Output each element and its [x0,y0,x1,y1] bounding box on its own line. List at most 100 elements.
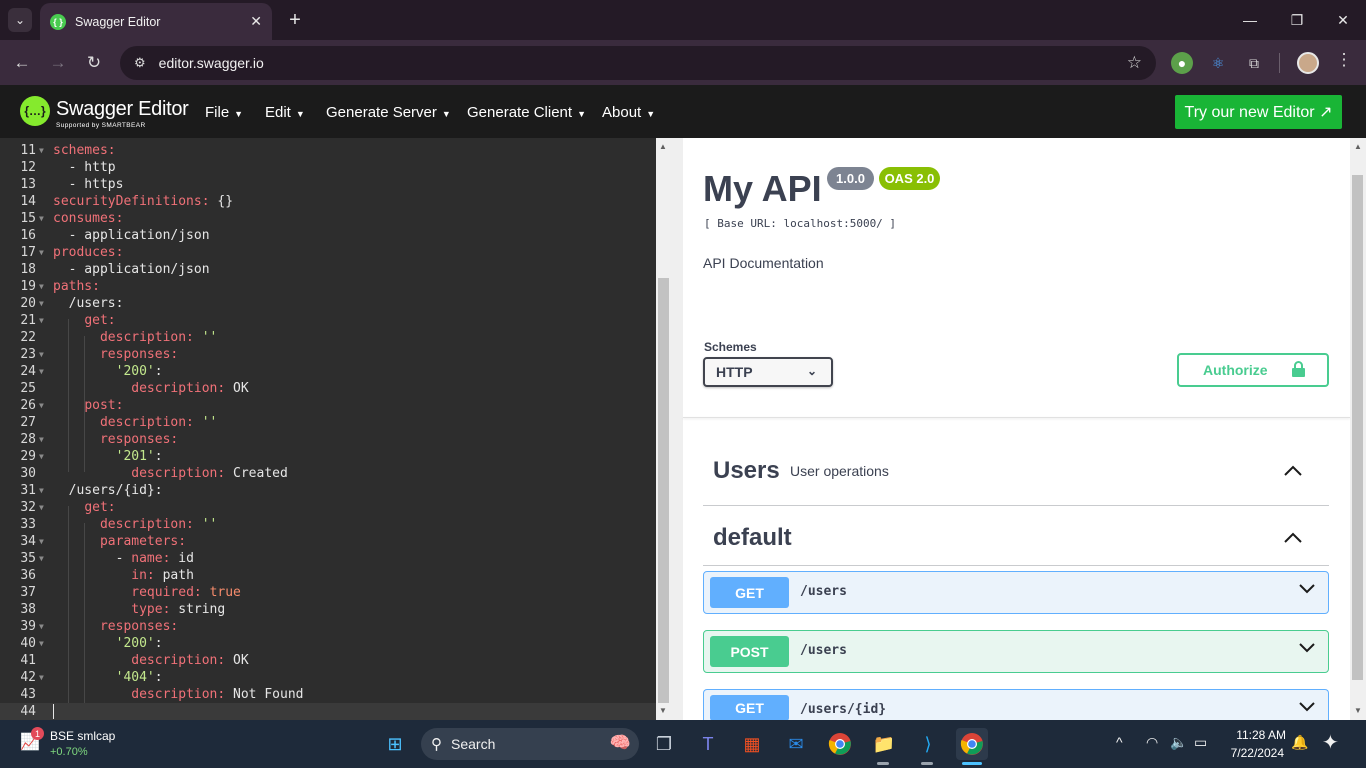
microsoft-store-icon[interactable]: ▦ [736,728,768,760]
minimize-icon[interactable]: — [1238,8,1262,32]
editor-line[interactable]: 27 description: '' [0,414,656,431]
fold-toggle-icon[interactable]: ▼ [39,210,44,227]
fold-toggle-icon[interactable]: ▼ [39,312,44,329]
new-tab-icon[interactable]: + [283,8,307,32]
menu-generate-server[interactable]: Generate Server ▼ [326,104,451,121]
frog-extension-icon[interactable]: ● [1171,52,1193,74]
fold-toggle-icon[interactable]: ▼ [39,533,44,550]
menu-about[interactable]: About ▼ [602,104,655,121]
chrome-icon[interactable] [824,728,856,760]
schemes-select[interactable]: HTTP ⌄ [703,357,833,387]
fold-toggle-icon[interactable]: ▼ [39,363,44,380]
menu-generate-client[interactable]: Generate Client ▼ [467,104,586,121]
editor-line[interactable]: 18 - application/json [0,261,656,278]
editor-scrollbar-thumb[interactable] [658,278,669,703]
operation-get-users[interactable]: GET /users [703,571,1329,614]
preview-scroll-down-icon[interactable]: ▼ [1351,706,1365,715]
browser-tab[interactable]: { } Swagger Editor ✕ [40,3,272,40]
editor-line[interactable]: 11 ▼ schemes: [0,142,656,159]
tag-users-title[interactable]: Users [713,457,780,485]
fold-toggle-icon[interactable]: ▼ [39,448,44,465]
editor-line[interactable]: 34 ▼ parameters: [0,533,656,550]
editor-line[interactable]: 31 ▼ /users/{id}: [0,482,656,499]
tag-default-title[interactable]: default [713,524,792,552]
fold-toggle-icon[interactable]: ▼ [39,499,44,516]
site-info-icon[interactable]: ⚙ [134,55,146,71]
extensions-puzzle-icon[interactable]: ⧉ [1243,52,1265,74]
clock-date[interactable]: 7/22/2024 [1220,746,1284,760]
editor-scroll-down-icon[interactable]: ▼ [656,706,670,715]
copilot-icon[interactable]: ✦ [1322,730,1339,755]
editor-line[interactable]: 40 ▼ '200': [0,635,656,652]
notification-bell-icon[interactable]: 🔔 [1291,734,1308,751]
windows-start-icon[interactable]: ⊞ [379,728,411,760]
fold-toggle-icon[interactable]: ▼ [39,431,44,448]
pane-divider[interactable] [670,138,683,720]
window-close-icon[interactable]: ✕ [1331,8,1355,32]
taskbar-search[interactable]: ⚲ Search 🧠 [421,728,639,760]
yaml-editor[interactable]: 11 ▼ schemes: 12 - http 13 - https 14 security… [0,138,656,720]
editor-line[interactable]: 26 ▼ post: [0,397,656,414]
address-bar[interactable]: ⚙ editor.swagger.io ☆ [120,46,1156,80]
swagger-logo-icon[interactable]: {…} [20,96,50,126]
editor-line[interactable]: 25 description: OK [0,380,656,397]
restore-icon[interactable]: ❐ [1285,8,1309,32]
wifi-icon[interactable]: ◠ [1146,734,1158,751]
bookmark-star-icon[interactable]: ☆ [1127,53,1142,73]
editor-line[interactable]: 21 ▼ get: [0,312,656,329]
editor-line[interactable]: 33 description: '' [0,516,656,533]
volume-icon[interactable]: 🔈 [1170,734,1187,751]
react-devtools-icon[interactable]: ⚛ [1207,52,1229,74]
clock-time[interactable]: 11:28 AM [1226,728,1286,742]
editor-line[interactable]: 38 type: string [0,601,656,618]
chrome-profile-icon[interactable] [956,728,988,760]
vscode-icon[interactable]: ⟩ [912,728,944,760]
editor-line[interactable]: 28 ▼ responses: [0,431,656,448]
editor-line[interactable]: 20 ▼ /users: [0,295,656,312]
menu-edit[interactable]: Edit ▼ [265,104,305,121]
editor-scroll-up-icon[interactable]: ▲ [656,142,670,151]
show-hidden-icons-chevron-icon[interactable]: ^ [1116,734,1123,750]
operation-post-users[interactable]: POST /users [703,630,1329,673]
tab-search-icon[interactable]: ⌄ [8,8,32,32]
tag-default-collapse-icon[interactable] [1283,530,1303,544]
editor-line[interactable]: 12 - http [0,159,656,176]
authorize-button[interactable]: Authorize [1177,353,1329,387]
fold-toggle-icon[interactable]: ▼ [39,635,44,652]
fold-toggle-icon[interactable]: ▼ [39,550,44,567]
file-explorer-icon[interactable]: 📁 [868,728,900,760]
editor-line[interactable]: 42 ▼ '404': [0,669,656,686]
fold-toggle-icon[interactable]: ▼ [39,244,44,261]
editor-line[interactable]: 32 ▼ get: [0,499,656,516]
editor-line[interactable]: 37 required: true [0,584,656,601]
editor-line[interactable]: 15 ▼ consumes: [0,210,656,227]
editor-line[interactable]: 36 in: path [0,567,656,584]
editor-line[interactable]: 16 - application/json [0,227,656,244]
stock-name[interactable]: BSE smlcap [50,729,115,743]
fold-toggle-icon[interactable]: ▼ [39,346,44,363]
editor-line[interactable]: 22 description: '' [0,329,656,346]
fold-toggle-icon[interactable]: ▼ [39,618,44,635]
mail-icon[interactable]: ✉ [780,728,812,760]
editor-line[interactable]: 39 ▼ responses: [0,618,656,635]
editor-line[interactable]: 43 description: Not Found [0,686,656,703]
tag-users-collapse-icon[interactable] [1283,463,1303,477]
task-view-icon[interactable]: ❐ [648,728,680,760]
editor-line[interactable]: 29 ▼ '201': [0,448,656,465]
fold-toggle-icon[interactable]: ▼ [39,482,44,499]
profile-avatar[interactable] [1297,52,1319,74]
preview-scrollbar-thumb[interactable] [1352,175,1363,680]
editor-line[interactable]: 17 ▼ produces: [0,244,656,261]
tab-close-icon[interactable]: ✕ [250,13,262,30]
editor-line[interactable]: 41 description: OK [0,652,656,669]
editor-line[interactable]: 19 ▼ paths: [0,278,656,295]
editor-line[interactable]: 14 securityDefinitions: {} [0,193,656,210]
editor-line[interactable]: 35 ▼ - name: id [0,550,656,567]
editor-line[interactable]: 23 ▼ responses: [0,346,656,363]
menu-file[interactable]: File ▼ [205,104,243,121]
battery-icon[interactable]: ▭ [1194,734,1207,751]
fold-toggle-icon[interactable]: ▼ [39,295,44,312]
editor-line[interactable]: 24 ▼ '200': [0,363,656,380]
browser-menu-icon[interactable]: ⋮ [1334,50,1354,70]
fold-toggle-icon[interactable]: ▼ [39,142,44,159]
